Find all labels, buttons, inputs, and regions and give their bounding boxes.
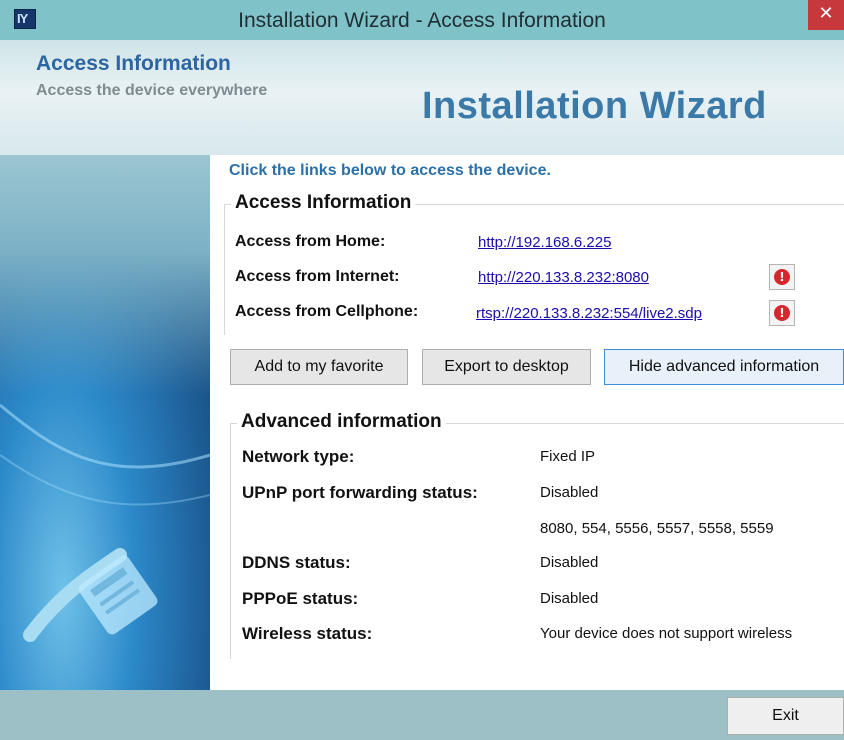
banner-subtitle: Access the device everywhere	[36, 82, 268, 99]
internet-warning-button[interactable]: !	[769, 264, 795, 290]
access-home-link[interactable]: http://192.168.6.225	[478, 234, 611, 251]
wireless-status-value: Your device does not support wireless	[540, 625, 793, 642]
warning-icon: !	[774, 269, 790, 285]
pppoe-status-value: Disabled	[540, 590, 599, 607]
cable-icon	[0, 403, 210, 642]
ddns-status-value: Disabled	[540, 554, 599, 571]
pppoe-status-label: PPPoE status:	[242, 589, 359, 608]
access-home-label: Access from Home:	[235, 233, 386, 250]
window-title: Installation Wizard - Access Information	[238, 9, 606, 32]
intro-text: Click the links below to access the devi…	[229, 162, 551, 179]
access-internet-label: Access from Internet:	[235, 268, 400, 285]
access-internet-link[interactable]: http://220.133.8.232:8080	[478, 269, 649, 286]
close-button[interactable]: ✕	[808, 0, 844, 30]
access-cellphone-link[interactable]: rtsp://220.133.8.232:554/live2.sdp	[476, 305, 702, 322]
upnp-status-label: UPnP port forwarding status:	[242, 483, 478, 502]
advanced-group-title: Advanced information	[237, 411, 446, 433]
access-cellphone-label: Access from Cellphone:	[235, 303, 419, 320]
banner-title: Access Information	[36, 52, 231, 75]
side-network-cable-image	[0, 155, 210, 700]
warning-icon: !	[774, 305, 790, 321]
hide-advanced-button[interactable]: Hide advanced information	[604, 349, 844, 385]
access-group-title: Access Information	[231, 192, 416, 214]
ddns-status-label: DDNS status:	[242, 553, 351, 572]
cellphone-warning-button[interactable]: !	[769, 300, 795, 326]
title-bar: IY Installation Wizard - Access Informat…	[0, 0, 844, 40]
network-type-value: Fixed IP	[540, 448, 596, 465]
network-type-label: Network type:	[242, 447, 355, 466]
wireless-status-label: Wireless status:	[242, 624, 373, 643]
upnp-status-value: Disabled	[540, 484, 599, 501]
export-to-desktop-button[interactable]: Export to desktop	[422, 349, 591, 385]
footer-bar	[0, 690, 844, 740]
upnp-ports-value: 8080, 554, 5556, 5557, 5558, 5559	[540, 520, 774, 537]
add-to-favorite-button[interactable]: Add to my favorite	[230, 349, 408, 385]
banner-wizard-title: Installation Wizard	[422, 85, 767, 127]
exit-button[interactable]: Exit	[727, 697, 844, 735]
